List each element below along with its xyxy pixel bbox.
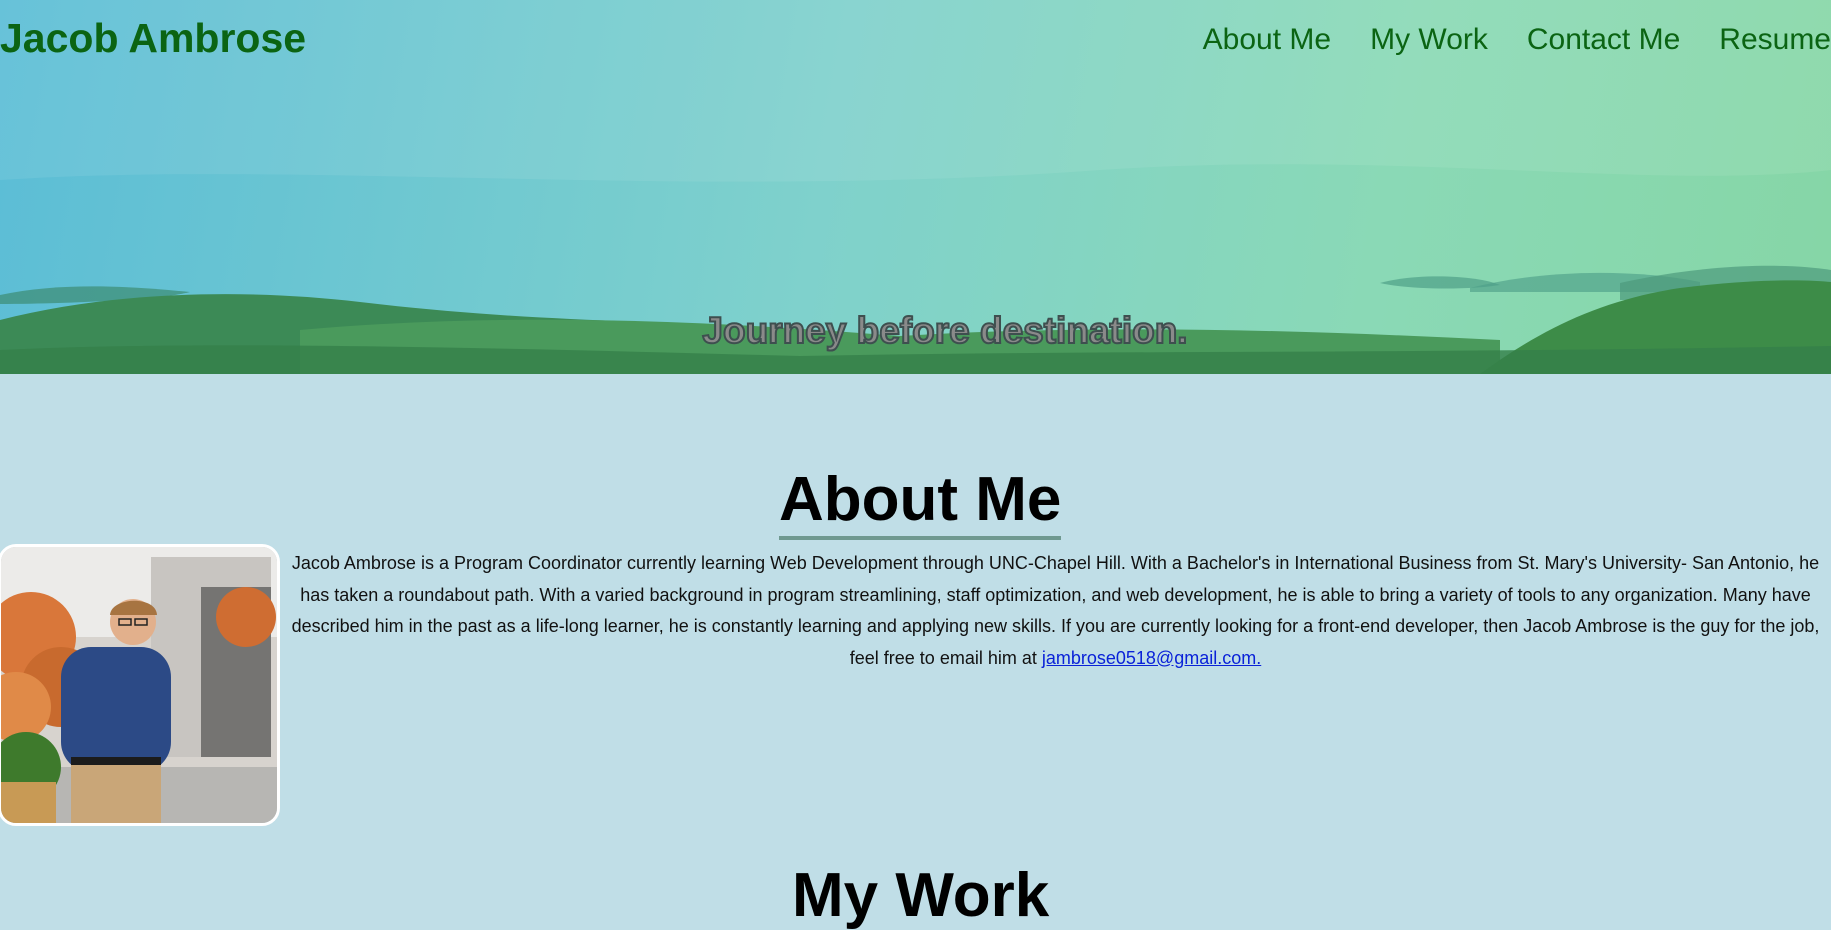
nav-link-contact-me[interactable]: Contact Me	[1527, 20, 1680, 59]
site-brand[interactable]: Jacob Ambrose	[0, 14, 306, 63]
main-nav: About Me My Work Contact Me Resume	[1203, 20, 1831, 59]
about-bio: Jacob Ambrose is a Program Coordinator c…	[289, 548, 1822, 674]
hero-motto: Journey before destination.	[701, 309, 1188, 352]
nav-link-about-me[interactable]: About Me	[1203, 20, 1331, 59]
nav-link-resume[interactable]: Resume	[1719, 20, 1831, 59]
email-link[interactable]: jambrose0518@gmail.com.	[1042, 648, 1261, 668]
nav-link-my-work[interactable]: My Work	[1370, 20, 1488, 59]
hero-banner: Jacob Ambrose About Me My Work Contact M…	[0, 0, 1831, 374]
profile-photo	[0, 544, 280, 826]
about-me-heading: About Me	[779, 465, 1062, 541]
my-work-heading: My Work	[792, 861, 1050, 930]
